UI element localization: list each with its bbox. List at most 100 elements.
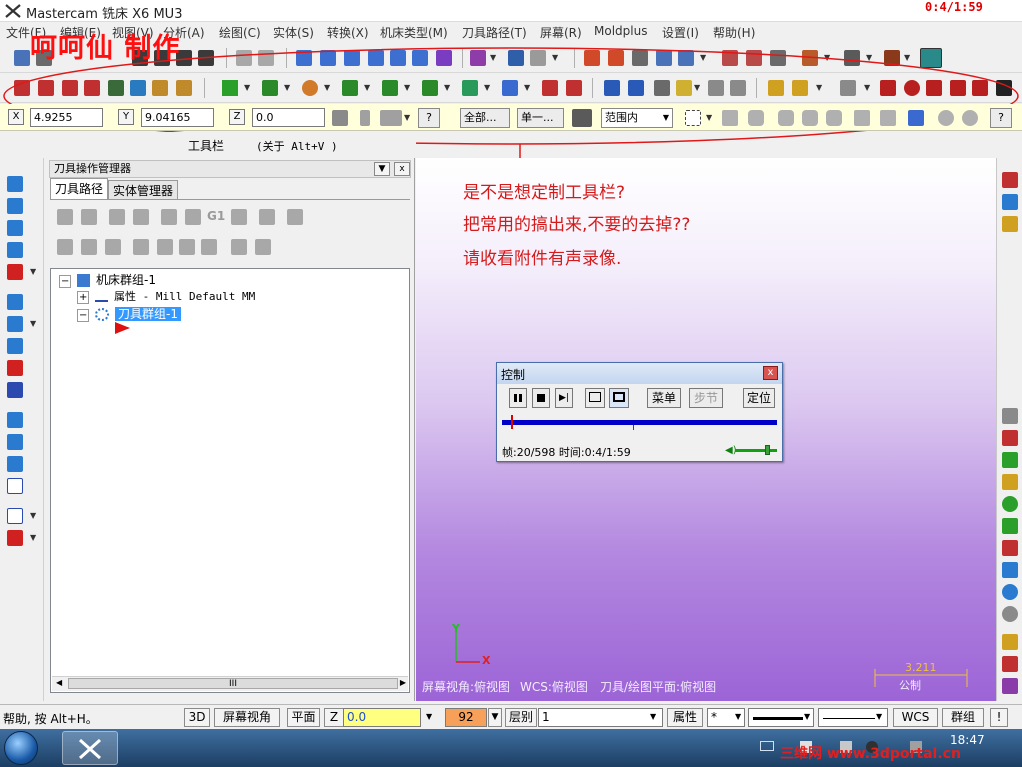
view-iso-icon[interactable] (1002, 216, 1018, 232)
layer-input[interactable]: 1 (538, 708, 663, 727)
color-field[interactable]: 92 (445, 708, 487, 727)
toolpath-link-icon[interactable] (7, 220, 23, 236)
move-insert-up-icon[interactable] (157, 239, 173, 255)
taskbar-mastercam-app[interactable] (62, 731, 118, 765)
fast-point-icon[interactable] (332, 110, 348, 126)
locate-button[interactable]: 定位 (743, 388, 775, 408)
collapse-icon[interactable]: − (59, 275, 72, 288)
window-select-icon[interactable] (685, 110, 701, 126)
z-depth-label[interactable]: Z (324, 708, 344, 727)
move-insert-down-icon[interactable] (133, 239, 149, 255)
tab-solids-manager[interactable]: 实体管理器 (108, 180, 179, 199)
groups-button[interactable]: 群组 (942, 708, 984, 727)
engrave-icon[interactable] (7, 456, 23, 472)
expand-icon[interactable]: + (77, 291, 90, 304)
contour-icon[interactable] (7, 294, 23, 310)
3d-button[interactable]: 3D (184, 708, 210, 727)
screen-view-button[interactable]: 屏幕视角 (214, 708, 280, 727)
layer-button[interactable]: 层别 (505, 708, 537, 727)
menu-button[interactable]: 菜单 (647, 388, 681, 408)
taskbar-clock[interactable]: 18:47 (950, 733, 985, 747)
drill-icon[interactable] (7, 412, 23, 428)
wave-icon[interactable] (231, 239, 247, 255)
post-lock-icon[interactable] (105, 239, 121, 255)
select-all-button[interactable]: 全部... (460, 108, 510, 128)
rect-right-icon[interactable] (1002, 540, 1018, 556)
select-shape-3-icon[interactable] (802, 110, 818, 126)
wcs-button[interactable]: WCS (893, 708, 938, 727)
plane-button[interactable]: 平面 (287, 708, 320, 727)
volume-slider[interactable] (735, 449, 777, 452)
circle-select-icon[interactable] (962, 110, 978, 126)
tree-item-machine-group[interactable]: − 机床群组-1 (59, 271, 156, 288)
regenerate-dirty-icon[interactable] (133, 209, 149, 225)
select-all-ops-icon[interactable] (57, 209, 73, 225)
tab-toolpaths[interactable]: 刀具路径 (50, 178, 109, 199)
fit-window-button[interactable] (585, 388, 605, 408)
z-coord-input[interactable]: 0.0 (252, 108, 325, 127)
insert-after-icon[interactable] (179, 239, 195, 255)
tree-item-toolpath-group[interactable]: − 刀具群组-1 (77, 305, 182, 322)
highspeed-icon[interactable] (259, 209, 275, 225)
surface-rough-icon[interactable] (7, 360, 23, 376)
selection-mode-icon[interactable] (572, 109, 592, 127)
line-right-icon[interactable] (1002, 474, 1018, 490)
alert-button[interactable]: ! (990, 708, 1008, 727)
y-coord-button[interactable]: Y (118, 109, 134, 125)
verify-op-icon[interactable] (185, 209, 201, 225)
wireframe-icon[interactable] (7, 478, 23, 494)
surface-finish-icon[interactable] (7, 382, 23, 398)
volume-thumb[interactable] (765, 445, 770, 455)
g1-post-button[interactable]: G1 (207, 209, 225, 223)
tree-horizontal-scrollbar[interactable]: ◀ III ▶ (52, 676, 408, 691)
select-solid-icon[interactable] (854, 110, 870, 126)
chevron-down-icon[interactable]: ▼ (404, 110, 412, 126)
move-down-icon[interactable] (231, 209, 247, 225)
link-ops-icon[interactable] (255, 239, 271, 255)
select-face-icon[interactable] (880, 110, 896, 126)
surface-right-icon[interactable] (1002, 430, 1018, 446)
pause-button[interactable] (509, 388, 527, 408)
scroll-left-icon[interactable]: ◀ (56, 678, 62, 687)
chevron-down-icon[interactable]: ▼ (735, 712, 741, 721)
regenerate-all-icon[interactable] (109, 209, 125, 225)
point-right-icon[interactable] (1002, 452, 1018, 468)
toolpath-up-icon[interactable] (7, 176, 23, 192)
chevron-down-icon[interactable]: ▼ (30, 264, 38, 280)
chevron-down-icon[interactable]: ▼ (706, 110, 714, 126)
toolpath-refresh-icon[interactable] (7, 198, 23, 214)
solid-right-icon[interactable] (1002, 562, 1018, 578)
z-depth-input[interactable]: 0.0 (343, 708, 421, 727)
cursor-icon[interactable] (722, 110, 738, 126)
collapse-icon[interactable]: − (77, 309, 90, 322)
chevron-down-icon[interactable]: ▼ (30, 316, 38, 332)
help-icon[interactable]: ? (990, 108, 1012, 128)
close-icon[interactable]: x (763, 366, 778, 380)
help-icon[interactable] (287, 209, 303, 225)
arc-right-icon[interactable] (1002, 496, 1018, 512)
color-3-icon[interactable] (1002, 678, 1018, 694)
solid-color-icon[interactable] (7, 264, 23, 280)
chevron-down-icon[interactable]: ▼ (804, 712, 810, 721)
color-2-icon[interactable] (1002, 656, 1018, 672)
start-button-icon[interactable] (4, 731, 38, 765)
playback-progress-track[interactable] (502, 415, 777, 429)
chevron-down-icon[interactable]: ▼ (488, 708, 502, 727)
x-coord-button[interactable]: X (8, 109, 24, 125)
shade-icon[interactable] (7, 530, 23, 546)
analyze-icon[interactable] (1002, 172, 1018, 188)
chevron-down-icon[interactable]: ▼ (426, 712, 432, 721)
circle-mill-icon[interactable] (7, 434, 23, 450)
globe-icon[interactable] (1002, 584, 1018, 600)
pocket-icon[interactable] (7, 316, 23, 332)
select-shape-1-icon[interactable] (748, 110, 764, 126)
chevron-down-icon[interactable]: ▼ (30, 530, 38, 546)
exclaim-icon[interactable] (360, 110, 370, 126)
playback-position-marker[interactable] (511, 415, 513, 429)
tree-item-properties[interactable]: + 属性 - Mill Default MM (77, 288, 255, 304)
no-select-icon[interactable] (938, 110, 954, 126)
scroll-right-icon[interactable]: ▶ (400, 678, 406, 687)
select-shape-2-icon[interactable] (778, 110, 794, 126)
select-shape-4-icon[interactable] (826, 110, 842, 126)
x-coord-input[interactable]: 4.9255 (30, 108, 103, 127)
